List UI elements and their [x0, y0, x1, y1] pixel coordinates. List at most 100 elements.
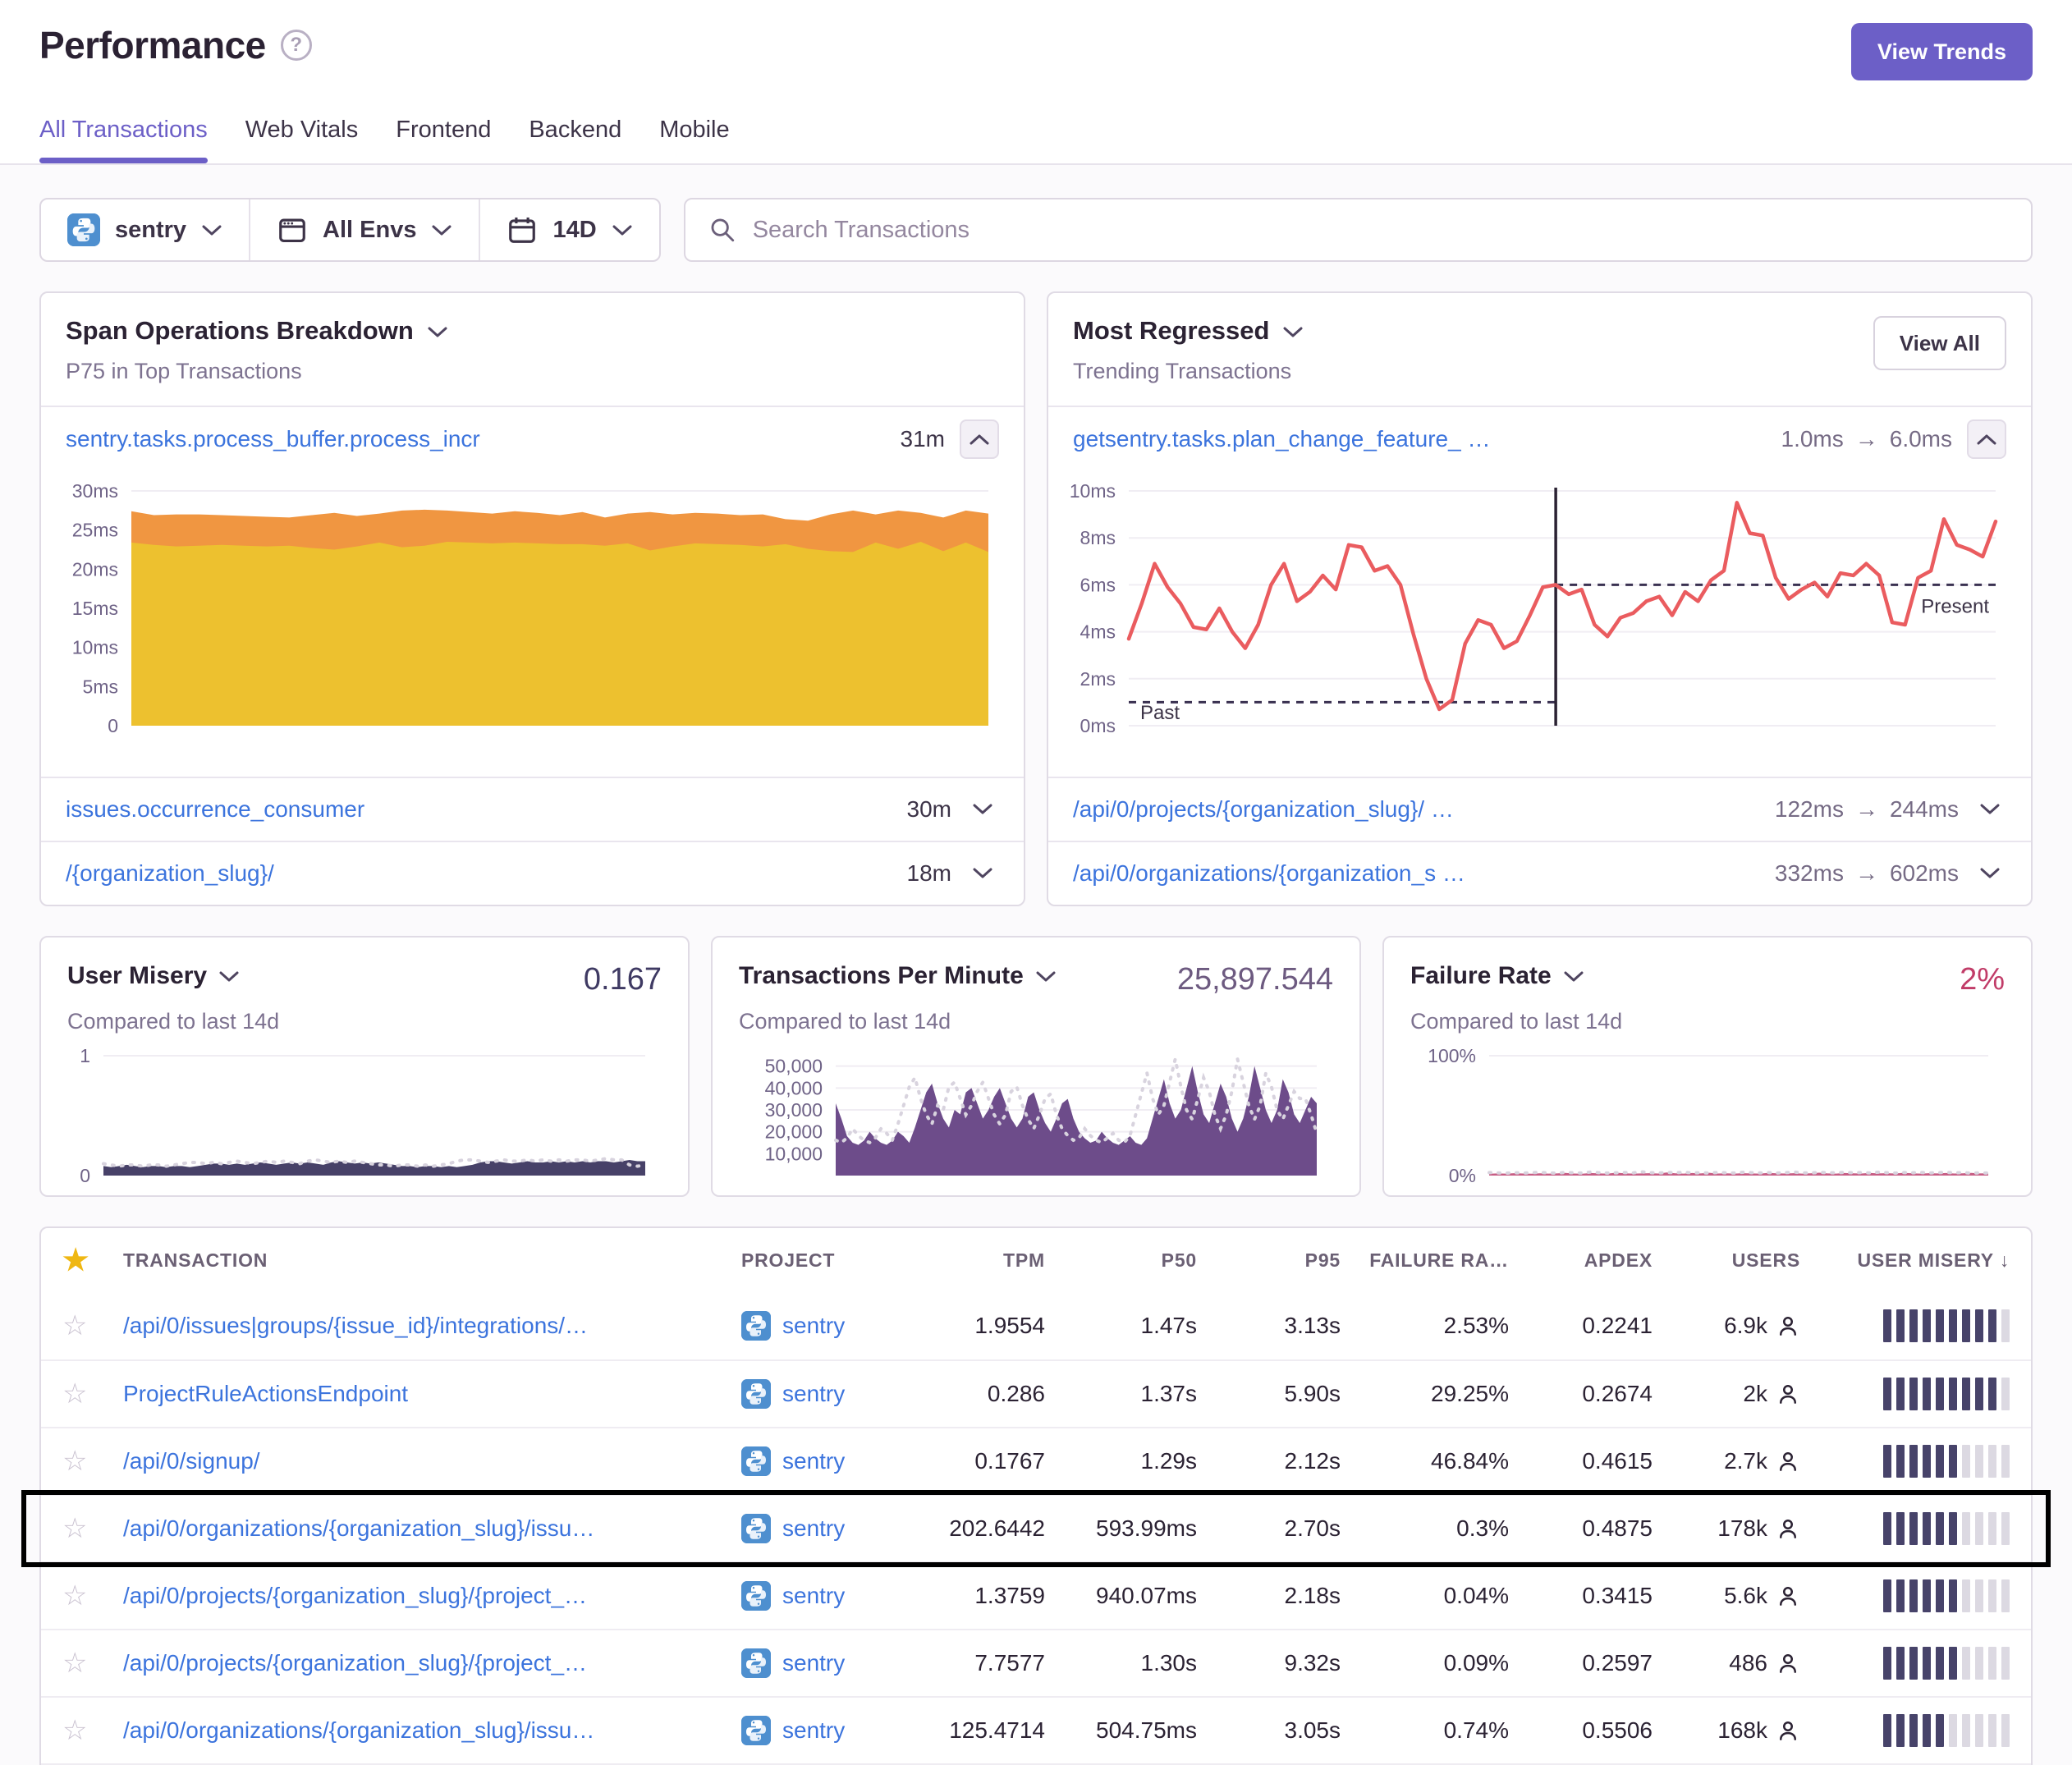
tab-all-transactions[interactable]: All Transactions — [39, 117, 208, 163]
user-misery-bars — [1800, 1579, 2010, 1612]
col-failure-rate[interactable]: FAILURE RA… — [1341, 1249, 1509, 1272]
failure-rate-title-row[interactable]: Failure Rate — [1410, 962, 1584, 990]
project-cell[interactable]: sentry — [741, 1514, 910, 1543]
users-count: 2.7k — [1724, 1448, 1767, 1474]
star-icon[interactable]: ☆ — [62, 1649, 123, 1677]
table-row[interactable]: ☆ ProjectRuleActionsEndpoint sentry 0.28… — [41, 1359, 2031, 1427]
expand-button[interactable] — [966, 793, 999, 826]
project-filter[interactable]: sentry — [41, 199, 249, 260]
transaction-link[interactable]: /api/0/signup/ — [123, 1448, 741, 1474]
col-transaction[interactable]: TRANSACTION — [123, 1249, 741, 1272]
operation-row: /api/0/projects/{organization_slug}/ … 1… — [1048, 777, 2031, 841]
tpm-subtitle: Compared to last 14d — [739, 1009, 1333, 1034]
operation-link[interactable]: issues.occurrence_consumer — [66, 796, 892, 823]
tab-backend[interactable]: Backend — [529, 117, 621, 163]
users-count: 2k — [1743, 1381, 1767, 1407]
tpm-title-row[interactable]: Transactions Per Minute — [739, 962, 1057, 990]
environment-filter[interactable]: All Envs — [249, 199, 479, 260]
transaction-link[interactable]: /api/0/organizations/{organization_slug}… — [123, 1515, 741, 1542]
col-apdex[interactable]: APDEX — [1509, 1249, 1653, 1272]
tab-frontend[interactable]: Frontend — [396, 117, 491, 163]
table-row[interactable]: ☆ /api/0/projects/{organization_slug}/{p… — [41, 1629, 2031, 1696]
project-cell[interactable]: sentry — [741, 1648, 910, 1678]
star-icon[interactable]: ☆ — [62, 1582, 123, 1610]
star-icon[interactable]: ☆ — [62, 1380, 123, 1408]
trend-from-value: 122ms — [1775, 796, 1844, 823]
svg-text:0: 0 — [80, 1165, 90, 1186]
operation-link[interactable]: /api/0/projects/{organization_slug}/ … — [1073, 796, 1760, 823]
table-row[interactable]: ☆ /api/0/organizations/{organization_slu… — [41, 1696, 2031, 1763]
expand-button[interactable] — [1973, 857, 2006, 890]
misery-bar — [1909, 1579, 1918, 1612]
star-icon[interactable]: ☆ — [62, 1447, 123, 1475]
help-icon[interactable]: ? — [281, 30, 312, 61]
misery-bar — [1896, 1647, 1905, 1680]
transaction-link[interactable]: /api/0/projects/{organization_slug}/{pro… — [123, 1650, 741, 1676]
most-regressed-title-row[interactable]: Most Regressed — [1073, 316, 1304, 346]
span-op-link[interactable]: sentry.tasks.process_buffer.process_incr — [66, 426, 886, 452]
table-row[interactable]: ☆ /api/0/signup/ sentry 0.1767 1.29s 2.1… — [41, 1427, 2031, 1494]
star-header-icon[interactable]: ★ — [62, 1245, 123, 1275]
span-operations-title-row[interactable]: Span Operations Breakdown — [66, 316, 448, 346]
col-user-misery[interactable]: USER MISERY ↓ — [1800, 1249, 2010, 1272]
user-misery-title-row[interactable]: User Misery — [67, 962, 240, 990]
project-cell[interactable]: sentry — [741, 1379, 910, 1409]
star-icon[interactable]: ☆ — [62, 1312, 123, 1340]
operation-link[interactable]: /api/0/organizations/{organization_s … — [1073, 860, 1760, 887]
collapse-button[interactable] — [960, 419, 999, 459]
table-row[interactable]: ☆ /api/0/projects/{organization_slug}/{p… — [41, 1561, 2031, 1629]
chevron-down-icon — [201, 224, 222, 237]
transaction-link[interactable]: /api/0/projects/{organization_slug}/{pro… — [123, 1583, 741, 1609]
date-range-filter[interactable]: 14D — [479, 199, 658, 260]
users-cell: 6.9k — [1653, 1313, 1800, 1339]
expand-button[interactable] — [1973, 793, 2006, 826]
collapse-button[interactable] — [1967, 419, 2006, 459]
project-cell[interactable]: sentry — [741, 1716, 910, 1745]
view-trends-button[interactable]: View Trends — [1851, 23, 2033, 80]
filter-bar: sentry All Envs — [39, 198, 2033, 262]
star-icon[interactable]: ☆ — [62, 1717, 123, 1744]
tab-web-vitals[interactable]: Web Vitals — [245, 117, 359, 163]
misery-bar — [1975, 1579, 1983, 1612]
project-cell[interactable]: sentry — [741, 1446, 910, 1476]
table-row[interactable]: ☆ /api/0/issues|groups/{issue_id}/integr… — [41, 1292, 2031, 1359]
regressed-link[interactable]: getsentry.tasks.plan_change_feature_ … — [1073, 426, 1767, 452]
search-input[interactable] — [753, 217, 2008, 244]
svg-text:20,000: 20,000 — [765, 1121, 823, 1143]
chevron-up-icon — [969, 433, 990, 446]
misery-bar — [1988, 1714, 1996, 1747]
misery-bar — [1936, 1512, 1944, 1545]
misery-bar — [1975, 1378, 1983, 1410]
p95-cell: 3.05s — [1197, 1717, 1341, 1744]
col-project[interactable]: PROJECT — [741, 1249, 910, 1272]
transaction-link[interactable]: /api/0/issues|groups/{issue_id}/integrat… — [123, 1313, 741, 1339]
transaction-link[interactable]: /api/0/organizations/{organization_slug}… — [123, 1717, 741, 1744]
transaction-link[interactable]: ProjectRuleActionsEndpoint — [123, 1381, 741, 1407]
search-box[interactable] — [684, 198, 2033, 262]
col-p95[interactable]: P95 — [1197, 1249, 1341, 1272]
date-range-filter-label: 14D — [552, 217, 596, 244]
tab-mobile[interactable]: Mobile — [659, 117, 729, 163]
star-icon[interactable]: ☆ — [62, 1515, 123, 1543]
col-tpm[interactable]: TPM — [910, 1249, 1045, 1272]
p50-cell: 1.37s — [1045, 1381, 1197, 1407]
project-cell[interactable]: sentry — [741, 1581, 910, 1611]
operation-link[interactable]: /{organization_slug}/ — [66, 860, 892, 887]
expand-button[interactable] — [966, 857, 999, 890]
misery-bar — [1962, 1579, 1970, 1612]
project-cell[interactable]: sentry — [741, 1311, 910, 1341]
user-misery-bars — [1800, 1714, 2010, 1747]
view-all-button[interactable]: View All — [1873, 316, 2006, 370]
chevron-down-icon — [427, 326, 448, 339]
table-row[interactable]: ☆ /api/0/organizations/{organization_slu… — [41, 1494, 2031, 1561]
col-users[interactable]: USERS — [1653, 1249, 1800, 1272]
user-icon — [1776, 1313, 1800, 1338]
apdex-cell: 0.4875 — [1509, 1515, 1653, 1542]
svg-text:8ms: 8ms — [1080, 527, 1116, 548]
sort-down-icon: ↓ — [2000, 1249, 2010, 1271]
tpm-cell: 1.3759 — [910, 1583, 1045, 1609]
col-p50[interactable]: P50 — [1045, 1249, 1197, 1272]
misery-bar — [1923, 1309, 1931, 1342]
svg-text:10ms: 10ms — [72, 637, 118, 658]
svg-text:0%: 0% — [1449, 1165, 1476, 1186]
